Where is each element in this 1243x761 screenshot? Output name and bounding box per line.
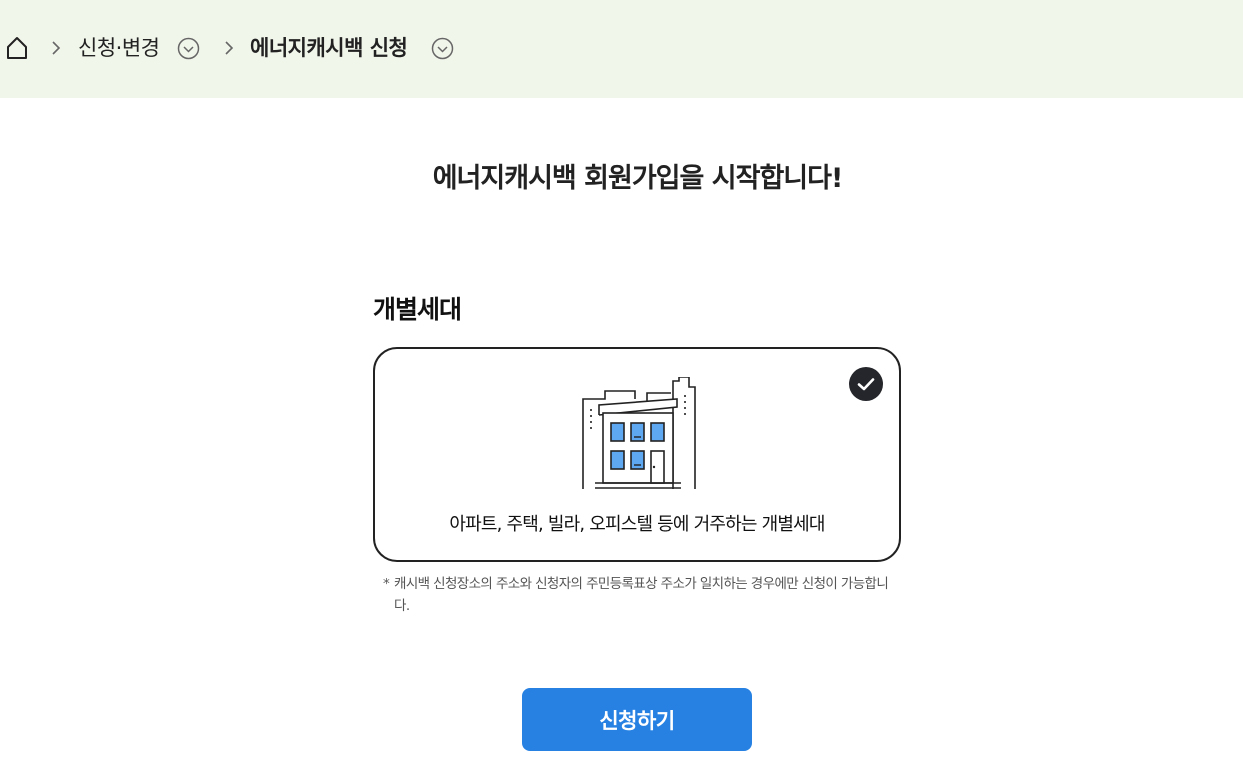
chevron-right-icon [225,41,234,55]
apply-button[interactable]: 신청하기 [522,688,752,751]
breadcrumb-item-current[interactable]: 에너지캐시백 신청 [250,33,408,63]
building-icon [582,377,696,489]
chevron-right-icon [52,41,61,55]
breadcrumb-item-apply-change[interactable]: 신청·변경 [78,33,160,63]
check-circle-icon [849,367,883,401]
chevron-down-circle-icon[interactable] [177,37,200,60]
page-title: 에너지캐시백 회원가입을 시작합니다! [432,163,844,194]
chevron-down-circle-icon[interactable] [431,37,454,60]
individual-household-card[interactable]: 아파트, 주택, 빌라, 오피스텔 등에 거주하는 개별세대 [373,347,901,562]
notice-text: * 캐시백 신청장소의 주소와 신청자의 주민등록표상 주소가 일치하는 경우에… [383,573,893,617]
note-asterisk: * [383,576,390,592]
card-description: 아파트, 주택, 빌라, 오피스텔 등에 거주하는 개별세대 [449,514,825,535]
section-label: 개별세대 [373,295,462,324]
breadcrumb: 신청·변경 에너지캐시백 신청 [0,0,1243,98]
note-body: 캐시백 신청장소의 주소와 신청자의 주민등록표상 주소가 일치하는 경우에만 … [394,576,889,614]
home-icon[interactable] [6,36,28,60]
